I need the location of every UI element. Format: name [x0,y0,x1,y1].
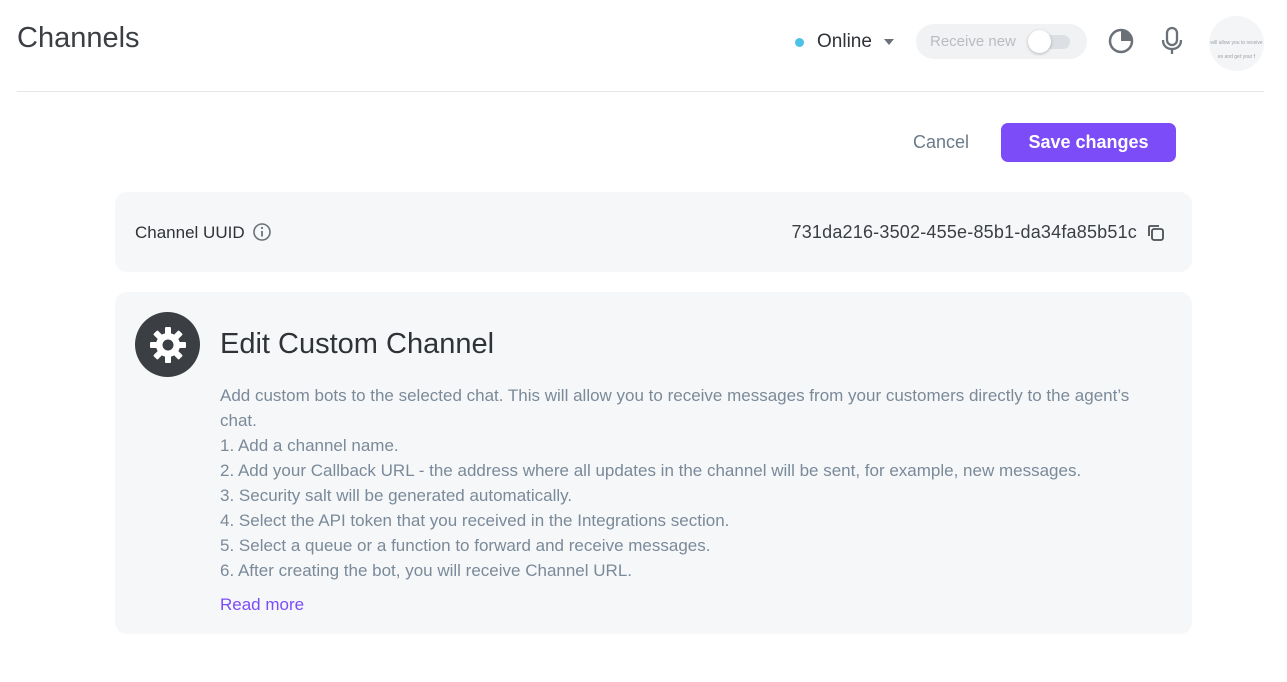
microphone-icon[interactable] [1155,24,1189,58]
avatar[interactable]: will allow you to receive es and get you… [1209,16,1264,71]
step-item: 2. Add your Callback URL - the address w… [220,461,1082,480]
chevron-down-icon [883,39,894,45]
cancel-button[interactable]: Cancel [900,123,982,162]
channel-uuid-label: Channel UUID [135,223,245,242]
channel-uuid-card: Channel UUID 731da216-3502-455e-85b1-da3… [115,192,1192,272]
step-item: 1. Add a channel name. [220,436,399,455]
copy-icon[interactable] [1146,223,1166,243]
read-more-link[interactable]: Read more [220,595,304,615]
step-item: 5. Select a queue or a function to forwa… [220,536,711,555]
channel-uuid-value: 731da216-3502-455e-85b1-da34fa85b51c [791,222,1137,242]
card-title: Edit Custom Channel [220,328,495,360]
step-item: 3. Security salt will be generated autom… [220,486,573,505]
header-divider [17,91,1264,92]
step-item: 6. After creating the bot, you will rece… [220,561,632,580]
receive-new-control: Receive new [916,24,1087,59]
pie-chart-icon[interactable] [1104,24,1138,58]
toggle-knob [1028,30,1051,53]
card-description: Add custom bots to the selected chat. Th… [220,383,1160,583]
edit-custom-channel-card: Edit Custom Channel Add custom bots to t… [115,292,1192,634]
status-label: Online [817,31,872,52]
save-changes-button[interactable]: Save changes [1001,123,1176,162]
receive-new-label: Receive new [930,33,1016,50]
top-header: Channels Online Receive new will allow y… [0,0,1287,92]
step-item: 4. Select the API token that you receive… [220,511,730,530]
receive-new-toggle[interactable] [1028,30,1073,53]
status-dot [795,37,804,47]
page-title: Channels [17,22,140,54]
avatar-text-bottom: es and get your f [1217,54,1256,60]
avatar-text-top: will allow you to receive [1210,40,1263,46]
intro-text: Add custom bots to the selected chat. Th… [220,386,1130,430]
info-icon[interactable] [252,222,272,242]
gear-icon [135,312,200,377]
status-dropdown[interactable]: Online [795,29,894,55]
